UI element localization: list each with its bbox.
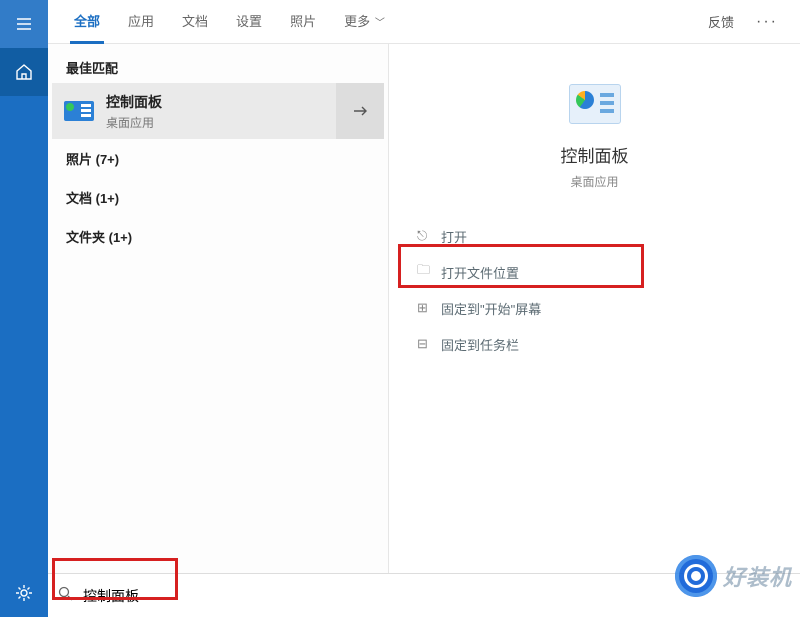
action-pin-start[interactable]: ⊞ 固定到"开始"屏幕 [389,290,800,326]
best-match-item[interactable]: 控制面板 桌面应用 [52,83,384,139]
tab-more[interactable]: 更多 ﹀ [330,0,399,44]
open-icon: ⎋ [417,228,441,244]
search-icon [58,586,73,605]
gear-icon [15,584,33,602]
main-panel: 最佳匹配 控制面板 桌面应用 照片 (7+) 文档 (1+) 文件夹 (1+) … [48,44,800,573]
action-pin-taskbar-label: 固定到任务栏 [441,335,519,354]
expand-arrow-button[interactable] [336,83,384,139]
category-docs[interactable]: 文档 (1+) [48,178,388,217]
chevron-down-icon: ﹀ [372,18,385,29]
detail-app-icon [569,84,621,124]
pin-start-icon: ⊞ [417,300,441,316]
watermark-logo-icon [675,555,717,597]
arrow-right-icon [351,102,369,120]
results-list: 最佳匹配 控制面板 桌面应用 照片 (7+) 文档 (1+) 文件夹 (1+) [48,44,388,573]
pin-taskbar-icon: ⊟ [417,336,441,352]
filter-tabs: 全部 应用 文档 设置 照片 更多 ﹀ 反馈 ··· [48,0,800,44]
menu-button[interactable] [0,0,48,48]
best-match-heading: 最佳匹配 [48,50,388,83]
menu-icon [15,15,33,33]
control-panel-icon [52,101,106,121]
action-open-location[interactable]: 🗀 打开文件位置 [389,254,800,290]
best-match-title: 控制面板 [106,92,336,112]
more-options-button[interactable]: ··· [746,13,788,31]
action-pin-start-label: 固定到"开始"屏幕 [441,299,541,318]
action-open[interactable]: ⎋ 打开 [389,218,800,254]
tab-all[interactable]: 全部 [60,0,114,44]
action-pin-taskbar[interactable]: ⊟ 固定到任务栏 [389,326,800,362]
detail-panel: 控制面板 桌面应用 ⎋ 打开 🗀 打开文件位置 ⊞ 固定到"开始"屏幕 ⊟ 固定… [388,44,800,573]
watermark-text: 好装机 [723,560,792,592]
content-area: 全部 应用 文档 设置 照片 更多 ﹀ 反馈 ··· 最佳匹配 控制面板 桌面应… [48,0,800,617]
settings-button[interactable] [0,569,48,617]
category-folders[interactable]: 文件夹 (1+) [48,217,388,256]
home-icon [15,63,33,81]
tab-apps[interactable]: 应用 [114,0,168,44]
left-rail [0,0,48,617]
detail-subtitle: 桌面应用 [570,173,618,190]
tab-settings[interactable]: 设置 [222,0,276,44]
home-button[interactable] [0,48,48,96]
best-match-subtitle: 桌面应用 [106,114,336,131]
tab-docs[interactable]: 文档 [168,0,222,44]
tab-photos[interactable]: 照片 [276,0,330,44]
feedback-link[interactable]: 反馈 [696,12,746,31]
watermark: 好装机 [675,555,792,597]
folder-icon: 🗀 [417,261,441,283]
action-list: ⎋ 打开 🗀 打开文件位置 ⊞ 固定到"开始"屏幕 ⊟ 固定到任务栏 [389,218,800,362]
action-open-location-label: 打开文件位置 [441,263,519,282]
action-open-label: 打开 [441,227,467,246]
detail-title: 控制面板 [561,142,629,167]
category-photos[interactable]: 照片 (7+) [48,139,388,178]
